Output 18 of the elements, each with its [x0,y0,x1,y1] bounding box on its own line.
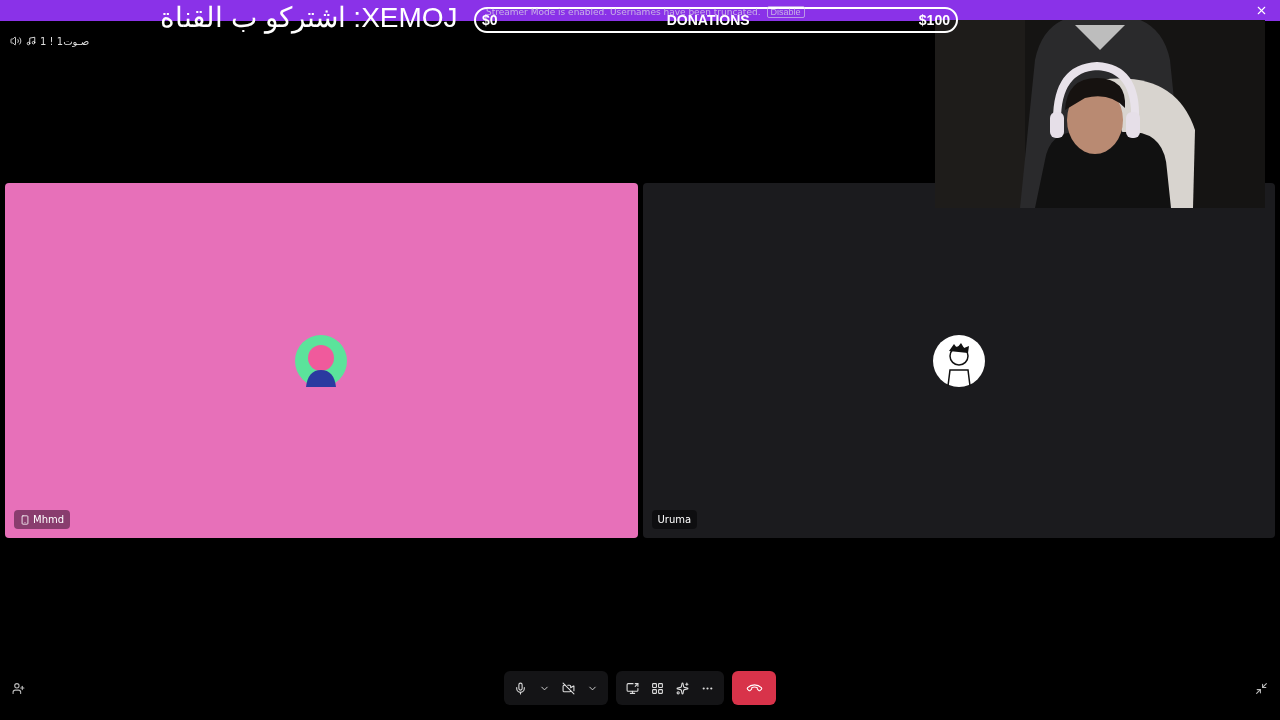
participant-name: Mhmd [33,514,65,525]
speaker-icon [10,35,22,47]
phone-icon [20,514,30,525]
camera-off-icon [562,681,575,695]
add-person-icon[interactable] [12,681,25,695]
channel-name: صـوت1 ! 1 [40,35,90,47]
music-note-icon [26,36,36,46]
avatar [294,333,349,388]
sparkles-icon [676,681,689,695]
screen-share-icon [626,681,639,695]
grid-icon [651,681,664,695]
disable-button[interactable]: Disable [766,6,805,18]
hang-up-button[interactable] [732,671,776,705]
microphone-icon [514,681,527,695]
close-button[interactable] [1255,4,1268,17]
minimize-icon[interactable] [1255,681,1268,695]
avatar [931,333,986,388]
participant-name: Uruma [657,514,692,525]
